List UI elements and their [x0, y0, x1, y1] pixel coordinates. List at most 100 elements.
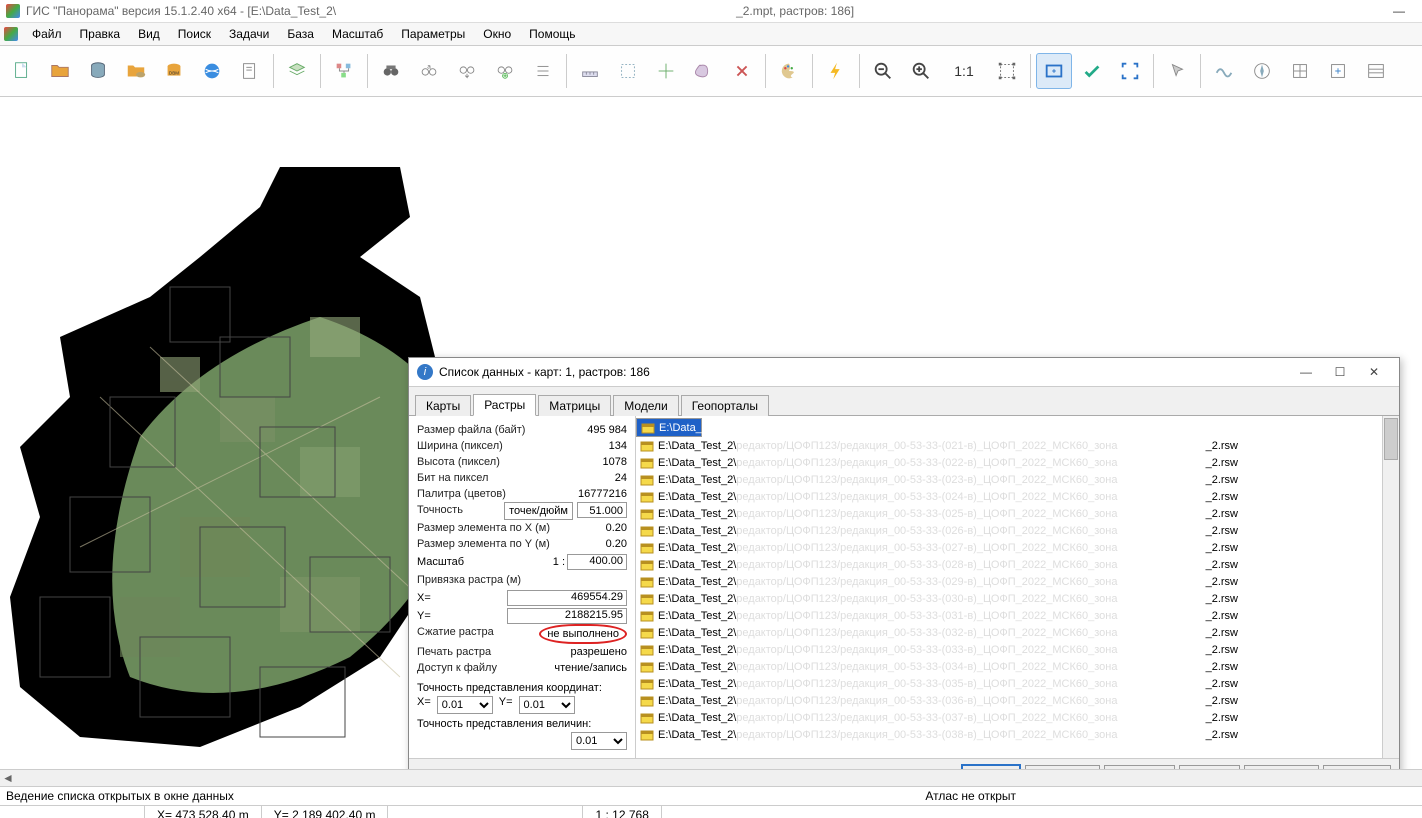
properties-pane: Размер файла (байт)495 984 Ширина (пиксе…	[409, 416, 636, 758]
pointer-icon[interactable]	[1159, 53, 1195, 89]
svg-text:a: a	[427, 63, 431, 70]
list-item[interactable]: E:\Data_Test_2\редактор/ЦОФП123/редакция…	[636, 522, 1382, 539]
blob-icon[interactable]	[686, 53, 722, 89]
dialog-title-text: Список данных - карт: 1, растров: 186	[439, 365, 650, 379]
scale-11-icon[interactable]: 1:1	[941, 53, 987, 89]
menu-logo-icon	[4, 27, 18, 41]
list-item[interactable]: E:\Data_Test_2\редактор/ЦОФП123/редакция…	[636, 641, 1382, 658]
extent-icon[interactable]	[989, 53, 1025, 89]
globe-icon[interactable]	[194, 53, 230, 89]
dialog-maximize-icon[interactable]: ☐	[1323, 361, 1357, 383]
menu-scale[interactable]: Масштаб	[324, 25, 391, 43]
list-icon[interactable]	[525, 53, 561, 89]
list-item[interactable]: E:\Data_Test_2\редактор/ЦОФП123/редакция…	[636, 454, 1382, 471]
crosshair-icon[interactable]	[648, 53, 684, 89]
open-db-icon[interactable]	[118, 53, 154, 89]
check-icon[interactable]	[1074, 53, 1110, 89]
bolt-icon[interactable]	[818, 53, 854, 89]
value-precision-select[interactable]: 0.01	[571, 732, 627, 750]
search-down-icon[interactable]	[449, 53, 485, 89]
dbm-icon[interactable]: DBM	[156, 53, 192, 89]
menu-view[interactable]: Вид	[130, 25, 168, 43]
data-list-dialog: i Список данных - карт: 1, растров: 186 …	[408, 357, 1400, 769]
list-item[interactable]: E:\Data_Test_2\редактор/ЦОФП123/редакция…	[636, 556, 1382, 573]
select-rect-icon[interactable]	[610, 53, 646, 89]
search-a-icon[interactable]: a	[411, 53, 447, 89]
svg-text:⊕: ⊕	[502, 71, 509, 80]
title-text-left: ГИС "Панорама" версия 15.1.2.40 x64 - [E…	[26, 4, 336, 18]
compression-highlight: не выполнено	[539, 624, 627, 644]
list-item[interactable]: E:\Data_Test_2\редактор/ЦОФП123/редакция…	[636, 590, 1382, 607]
list-item[interactable]: E:\Data_Test_2\редактор/ЦОФП123/редакция…	[636, 692, 1382, 709]
layers-icon[interactable]	[279, 53, 315, 89]
zoom-in-icon[interactable]	[903, 53, 939, 89]
info-icon: i	[417, 364, 433, 380]
list-item[interactable]: E:\Data_Test_2\редактор/ЦОФП123/редакция…	[636, 658, 1382, 675]
accuracy-field[interactable]: 51.000	[577, 502, 627, 518]
list-item[interactable]: E:\Data_Test_2\редактор/ЦОФП123/редакция…	[636, 539, 1382, 556]
palette-icon[interactable]	[771, 53, 807, 89]
y-field[interactable]: 2188215.95	[507, 608, 627, 624]
open-folder-icon[interactable]	[42, 53, 78, 89]
y-precision-select[interactable]: 0.01	[519, 696, 575, 714]
db-cyl-icon[interactable]	[80, 53, 116, 89]
list-item[interactable]: E:\Data_Test_2\редактор/ЦОФП123/редакция…	[636, 471, 1382, 488]
status-atlas-text: Атлас не открыт	[925, 789, 1016, 803]
menu-help[interactable]: Помощь	[521, 25, 583, 43]
raster-file-list[interactable]: E:\Data_Test_2\редактор/ЦОФП123/редакция…	[636, 416, 1382, 758]
list-item[interactable]: E:\Data_Test_2\редактор/ЦОФП123/редакция…	[636, 573, 1382, 590]
horizontal-scrollbar[interactable]: ◄	[0, 769, 1422, 786]
search-plus-icon[interactable]: ⊕	[487, 53, 523, 89]
menu-params[interactable]: Параметры	[393, 25, 473, 43]
status-hint-text: Ведение списка открытых в окне данных	[6, 789, 234, 803]
dialog-close-icon[interactable]: ✕	[1357, 361, 1391, 383]
frame-icon[interactable]	[1036, 53, 1072, 89]
dialog-tabs: Карты Растры Матрицы Модели Геопорталы	[409, 387, 1399, 415]
table-icon[interactable]	[1358, 53, 1394, 89]
main-toolbar: DBM a ⊕ 1:1	[0, 45, 1422, 97]
tree-icon[interactable]	[326, 53, 362, 89]
list-item[interactable]: E:\Data_Test_2\редактор/ЦОФП123/редакция…	[636, 488, 1382, 505]
scroll-left-icon[interactable]: ◄	[0, 770, 16, 786]
list-item[interactable]: E:\Data_Test_2\редактор/ЦОФП123/редакция…	[636, 437, 1382, 454]
binoculars-icon[interactable]	[373, 53, 409, 89]
x-field[interactable]: 469554.29	[507, 590, 627, 606]
zoom-out-icon[interactable]	[865, 53, 901, 89]
minimize-icon[interactable]: —	[1382, 1, 1416, 21]
menu-window[interactable]: Окно	[475, 25, 519, 43]
menu-search[interactable]: Поиск	[170, 25, 219, 43]
dialog-footer: Изображение Параметры Выход Добавить Из …	[409, 758, 1399, 769]
list-item[interactable]: E:\Data_Test_2\редактор/ЦОФП123/редакция…	[636, 418, 702, 437]
list-item[interactable]: E:\Data_Test_2\редактор/ЦОФП123/редакция…	[636, 709, 1382, 726]
cancel-icon[interactable]	[724, 53, 760, 89]
menu-edit[interactable]: Правка	[72, 25, 129, 43]
list-item[interactable]: E:\Data_Test_2\редактор/ЦОФП123/редакция…	[636, 726, 1382, 743]
menu-file[interactable]: Файл	[24, 25, 70, 43]
list-item[interactable]: E:\Data_Test_2\редактор/ЦОФП123/редакция…	[636, 505, 1382, 522]
tab-geoportals[interactable]: Геопорталы	[681, 395, 769, 416]
dialog-title-bar[interactable]: i Список данных - карт: 1, растров: 186 …	[409, 358, 1399, 387]
tab-maps[interactable]: Карты	[415, 395, 471, 416]
doc-list-icon[interactable]	[232, 53, 268, 89]
compass-icon[interactable]	[1244, 53, 1280, 89]
corners-icon[interactable]	[1112, 53, 1148, 89]
wave-icon[interactable]	[1206, 53, 1242, 89]
status-bar-hint: Ведение списка открытых в окне данных Ат…	[0, 786, 1422, 805]
list-scrollbar[interactable]	[1382, 416, 1399, 758]
x-precision-select[interactable]: 0.01	[437, 696, 493, 714]
grid-map-icon[interactable]	[1282, 53, 1318, 89]
list-item[interactable]: E:\Data_Test_2\редактор/ЦОФП123/редакция…	[636, 675, 1382, 692]
tab-models[interactable]: Модели	[613, 395, 679, 416]
scale-field[interactable]: 400.00	[567, 554, 627, 570]
list-item[interactable]: E:\Data_Test_2\редактор/ЦОФП123/редакция…	[636, 607, 1382, 624]
dialog-minimize-icon[interactable]: —	[1289, 361, 1323, 383]
app-logo-icon	[6, 4, 20, 18]
list-item[interactable]: E:\Data_Test_2\редактор/ЦОФП123/редакция…	[636, 624, 1382, 641]
tab-rasters[interactable]: Растры	[473, 394, 536, 416]
tab-matrices[interactable]: Матрицы	[538, 395, 611, 416]
menu-base[interactable]: База	[279, 25, 322, 43]
ruler-icon[interactable]	[572, 53, 608, 89]
export-icon[interactable]	[1320, 53, 1356, 89]
menu-tasks[interactable]: Задачи	[221, 25, 277, 43]
new-doc-icon[interactable]	[4, 53, 40, 89]
